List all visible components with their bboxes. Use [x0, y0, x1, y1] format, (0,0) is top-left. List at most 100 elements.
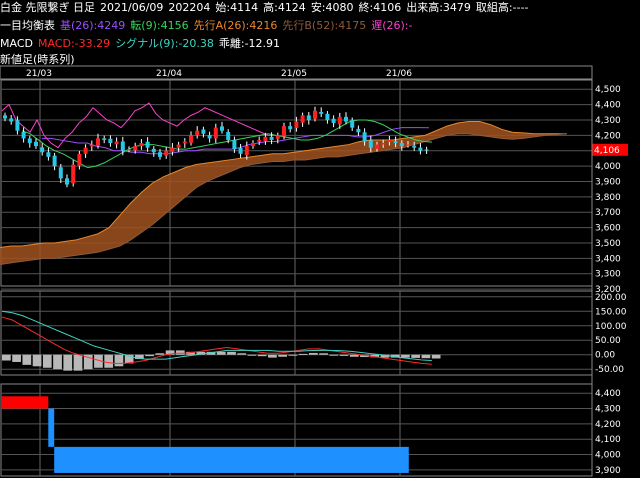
deviation-bar — [431, 354, 441, 359]
month-label: 21/04 — [156, 69, 182, 79]
candle-body — [120, 141, 125, 151]
candle-body — [232, 139, 237, 150]
candle-body — [21, 131, 26, 139]
deviation-bar — [298, 353, 308, 355]
bottom-tick-label: 4,200 — [595, 420, 621, 430]
candle-body — [263, 136, 268, 142]
macd-tick-label: 100.00 — [595, 322, 627, 332]
deviation-bar — [227, 351, 236, 355]
candle-body — [213, 127, 218, 139]
deviation-bar — [278, 354, 288, 357]
price-tick-label: 3,800 — [595, 193, 621, 203]
candle-body — [83, 147, 88, 154]
macd-tick-label: 200.00 — [595, 293, 627, 303]
candle-body — [294, 121, 299, 128]
price-tick-label: 4,300 — [595, 116, 621, 126]
panel-frame-0 — [0, 79, 593, 287]
price-tick-label: 3,700 — [595, 208, 621, 218]
candle-body — [362, 132, 367, 142]
price-tick-label: 3,500 — [595, 239, 621, 249]
candle-body — [300, 115, 305, 123]
candle-body — [151, 148, 156, 153]
new-price-bar — [1, 396, 49, 409]
candle-body — [387, 139, 392, 142]
candle-body — [331, 118, 336, 124]
candle-body — [244, 146, 249, 156]
deviation-bar — [42, 354, 52, 368]
candle-body — [368, 140, 373, 148]
price-tick-label: 3,300 — [595, 270, 621, 280]
deviation-bar — [257, 354, 267, 357]
candle-body — [77, 153, 82, 166]
candle-body — [381, 143, 386, 145]
candle-body — [399, 143, 404, 147]
price-tick-label: 4,500 — [595, 85, 621, 95]
candle-body — [226, 131, 231, 140]
deviation-bar — [12, 354, 21, 362]
candle-body — [238, 147, 243, 154]
candle-body — [424, 149, 429, 151]
macd-tick-label: 0.00 — [595, 351, 615, 361]
candle-body — [139, 143, 144, 147]
macd-tick-label: 50.00 — [595, 336, 621, 346]
candle-body — [288, 126, 293, 130]
candle-body — [108, 138, 113, 144]
deviation-bar — [329, 354, 339, 356]
last-price-label: 4,106 — [594, 146, 620, 156]
deviation-bar — [411, 354, 421, 358]
candle-body — [406, 144, 410, 146]
bottom-tick-label: 4,000 — [595, 451, 621, 461]
candle-body — [201, 129, 206, 134]
candle-body — [412, 145, 417, 148]
candle-body — [34, 141, 38, 147]
month-label: 21/03 — [26, 69, 52, 79]
deviation-bar — [2, 354, 11, 361]
deviation-bar — [401, 354, 410, 358]
candle-body — [58, 167, 63, 179]
candle-body — [269, 136, 274, 140]
candle-body — [182, 141, 187, 144]
candle-body — [52, 155, 57, 167]
price-tick-label: 4,200 — [595, 131, 621, 141]
deviation-bar — [237, 353, 247, 355]
deviation-bar — [308, 352, 318, 355]
deviation-bar — [349, 354, 359, 357]
candle-body — [145, 141, 150, 148]
candle-body — [251, 143, 255, 147]
candle-body — [282, 126, 286, 137]
deviation-bar — [319, 353, 328, 355]
deviation-bar — [288, 354, 298, 356]
candle-body — [27, 138, 32, 144]
candle-body — [164, 150, 169, 156]
candle-body — [71, 164, 76, 184]
deviation-bar — [339, 354, 349, 356]
price-tick-label: 4,000 — [595, 162, 621, 172]
candle-body — [176, 144, 181, 148]
bottom-tick-label: 3,900 — [595, 466, 621, 476]
deviation-bar — [114, 354, 124, 367]
deviation-bar — [53, 354, 62, 370]
bottom-tick-label: 4,300 — [595, 405, 621, 415]
candle-body — [133, 146, 138, 151]
candle-body — [96, 138, 100, 146]
candle-body — [375, 144, 379, 149]
bottom-tick-label: 4,400 — [595, 389, 621, 399]
candle-body — [3, 115, 7, 119]
deviation-bar — [22, 354, 32, 365]
candle-body — [418, 147, 423, 151]
candle-body — [102, 138, 107, 140]
candle-body — [306, 115, 311, 120]
candle-body — [356, 128, 361, 133]
chart-canvas: 21/03 21/04 21/05 21/06 4,500 4,400 4,300 4,200… — [0, 65, 628, 477]
candle-body — [257, 139, 262, 142]
candle-body — [207, 135, 212, 139]
deviation-bar — [216, 351, 226, 355]
macd-tick-label: -50.00 — [595, 365, 624, 375]
candle-body — [325, 113, 330, 120]
macd-tick-label: 150.00 — [595, 307, 627, 317]
candle-body — [195, 130, 200, 136]
deviation-bar — [421, 354, 431, 359]
deviation-bar — [32, 354, 42, 367]
candle-body — [344, 116, 348, 122]
candle-body — [114, 141, 119, 145]
